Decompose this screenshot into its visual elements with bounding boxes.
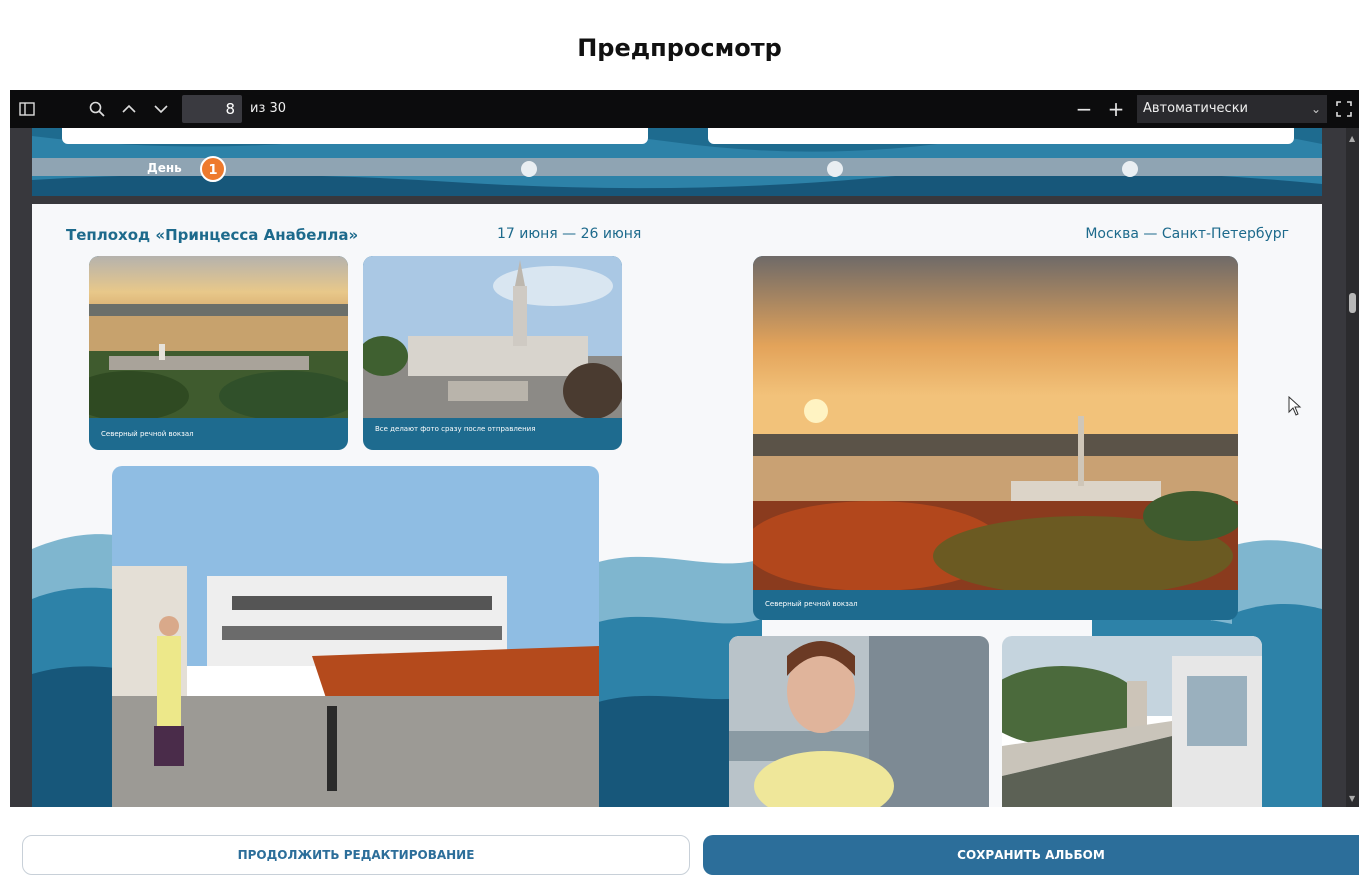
photo-card[interactable]: Северный речной вокзал: [753, 256, 1238, 620]
timeline-dot: [1122, 161, 1138, 177]
photo-caption: Северный речной вокзал: [101, 430, 194, 438]
page-title: Предпросмотр: [577, 34, 782, 62]
trip-route: Москва — Санкт-Петербург: [1085, 226, 1289, 242]
zoom-in-button[interactable]: +: [1104, 90, 1128, 128]
day-number-badge: 1: [200, 156, 226, 182]
photo-canal-view: [1002, 636, 1262, 807]
photo-card[interactable]: [1002, 636, 1262, 807]
fullscreen-icon[interactable]: [1332, 90, 1356, 128]
photo-card[interactable]: [112, 466, 599, 807]
viewer-toolbar: 8 из 30 − + Автоматически ⌄: [10, 90, 1359, 128]
zoom-out-button[interactable]: −: [1072, 90, 1096, 128]
save-album-button[interactable]: СОХРАНИТЬ АЛЬБОМ: [703, 835, 1359, 875]
photo-card[interactable]: Северный речной вокзал: [89, 256, 348, 450]
chevron-down-icon: ⌄: [1310, 102, 1321, 116]
photo-ship-at-pier: [112, 466, 599, 807]
photo-sunset-panorama: [753, 256, 1238, 590]
photo-selfie-on-deck: [729, 636, 989, 807]
day-label: День: [147, 161, 182, 175]
photo-river-station-tower: [363, 256, 622, 418]
scroll-thumb[interactable]: [1349, 293, 1356, 313]
save-album-label: СОХРАНИТЬ АЛЬБОМ: [957, 848, 1105, 862]
photo-caption: Все делают фото сразу после отправления: [375, 425, 536, 433]
page-number-input[interactable]: 8: [182, 95, 242, 123]
zoom-select-value: Автоматически: [1143, 101, 1249, 116]
previous-photo-card: [62, 128, 648, 144]
sidebar-toggle-icon[interactable]: [14, 90, 40, 128]
scroll-down-icon[interactable]: ▼: [1349, 794, 1355, 803]
page-count: из 30: [250, 101, 287, 116]
continue-editing-button[interactable]: ПРОДОЛЖИТЬ РЕДАКТИРОВАНИЕ: [22, 835, 690, 875]
ship-name: Теплоход «Принцесса Анабелла»: [66, 226, 359, 244]
timeline-dot: [521, 161, 537, 177]
photo-card[interactable]: [729, 636, 989, 807]
photo-caption: Северный речной вокзал: [765, 600, 858, 608]
pdf-viewer: 8 из 30 − + Автоматически ⌄ День 1 Тепло…: [10, 90, 1359, 807]
album-page: Теплоход «Принцесса Анабелла» 17 июня — …: [32, 204, 1322, 807]
continue-editing-label: ПРОДОЛЖИТЬ РЕДАКТИРОВАНИЕ: [237, 848, 475, 862]
timeline-dot: [827, 161, 843, 177]
trip-dates: 17 июня — 26 июня: [497, 226, 642, 242]
vertical-scrollbar[interactable]: ▲ ▼: [1346, 128, 1359, 807]
chevron-down-icon[interactable]: [148, 90, 174, 128]
chevron-up-icon[interactable]: [116, 90, 142, 128]
zoom-select[interactable]: Автоматически ⌄: [1137, 95, 1327, 123]
previous-photo-card: [708, 128, 1294, 144]
photo-river-station-aerial: [89, 256, 348, 418]
scroll-up-icon[interactable]: ▲: [1349, 134, 1355, 143]
mouse-cursor-icon: [1288, 396, 1302, 416]
photo-card[interactable]: Все делают фото сразу после отправления: [363, 256, 622, 450]
previous-page-strip: День 1: [32, 128, 1322, 196]
search-icon[interactable]: [84, 90, 110, 128]
